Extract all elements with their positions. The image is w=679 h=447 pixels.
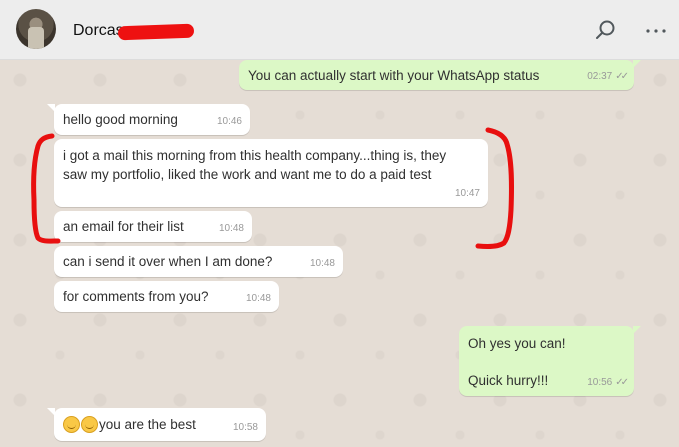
message-bubble[interactable]: an email for their list 10:48 — [54, 211, 252, 242]
double-check-icon: ✓✓ — [615, 377, 629, 388]
message-text: an email for their list — [63, 219, 184, 234]
message-text-line: Oh yes you can! — [468, 336, 566, 351]
message-text-line: Quick hurry!!! — [468, 373, 549, 388]
smiling-face-emoji-icon — [63, 416, 80, 433]
message-bubble[interactable]: i got a mail this morning from this heal… — [54, 139, 488, 207]
avatar[interactable] — [16, 9, 56, 49]
message-bubble[interactable]: You can actually start with your WhatsAp… — [239, 60, 641, 90]
message-text: for comments from you? — [63, 289, 209, 304]
search-icon[interactable] — [592, 17, 620, 45]
double-check-icon: ✓✓ — [615, 71, 629, 82]
message-bubble[interactable]: Oh yes you can! Quick hurry!!! 10:56 ✓✓ — [459, 326, 641, 396]
chat-header: Dorcas — [0, 0, 679, 60]
message-text-line: saw my portfolio, liked the work and wan… — [63, 167, 432, 182]
contact-name[interactable]: Dorcas — [73, 22, 124, 40]
message-text: can i send it over when I am done? — [63, 254, 273, 269]
message-bubble[interactable]: you are the best 10:58 — [47, 408, 266, 441]
message-time: 10:48 — [218, 223, 244, 234]
message-time: 10:48 — [245, 293, 271, 304]
message-text: you are the best — [63, 415, 196, 434]
message-bubble[interactable]: hello good morning 10:46 — [47, 104, 250, 135]
menu-icon[interactable] — [642, 17, 670, 45]
message-time: 10:48 — [309, 258, 335, 269]
message-time: 10:47 — [454, 188, 480, 199]
redaction-scribble — [117, 23, 195, 41]
message-time: 10:46 — [216, 116, 242, 127]
message-text: hello good morning — [63, 112, 178, 127]
message-time: 10:58 — [232, 422, 258, 433]
smiling-face-emoji-icon — [81, 416, 98, 433]
message-text: You can actually start with your WhatsAp… — [248, 68, 540, 83]
chat-area[interactable]: You can actually start with your WhatsAp… — [0, 60, 679, 447]
message-time: 02:37 ✓✓ — [587, 67, 629, 86]
message-bubble[interactable]: for comments from you? 10:48 — [54, 281, 279, 312]
message-bubble[interactable]: can i send it over when I am done? 10:48 — [54, 246, 343, 277]
message-text-line: i got a mail this morning from this heal… — [63, 148, 447, 163]
message-time: 10:56 ✓✓ — [587, 373, 629, 392]
